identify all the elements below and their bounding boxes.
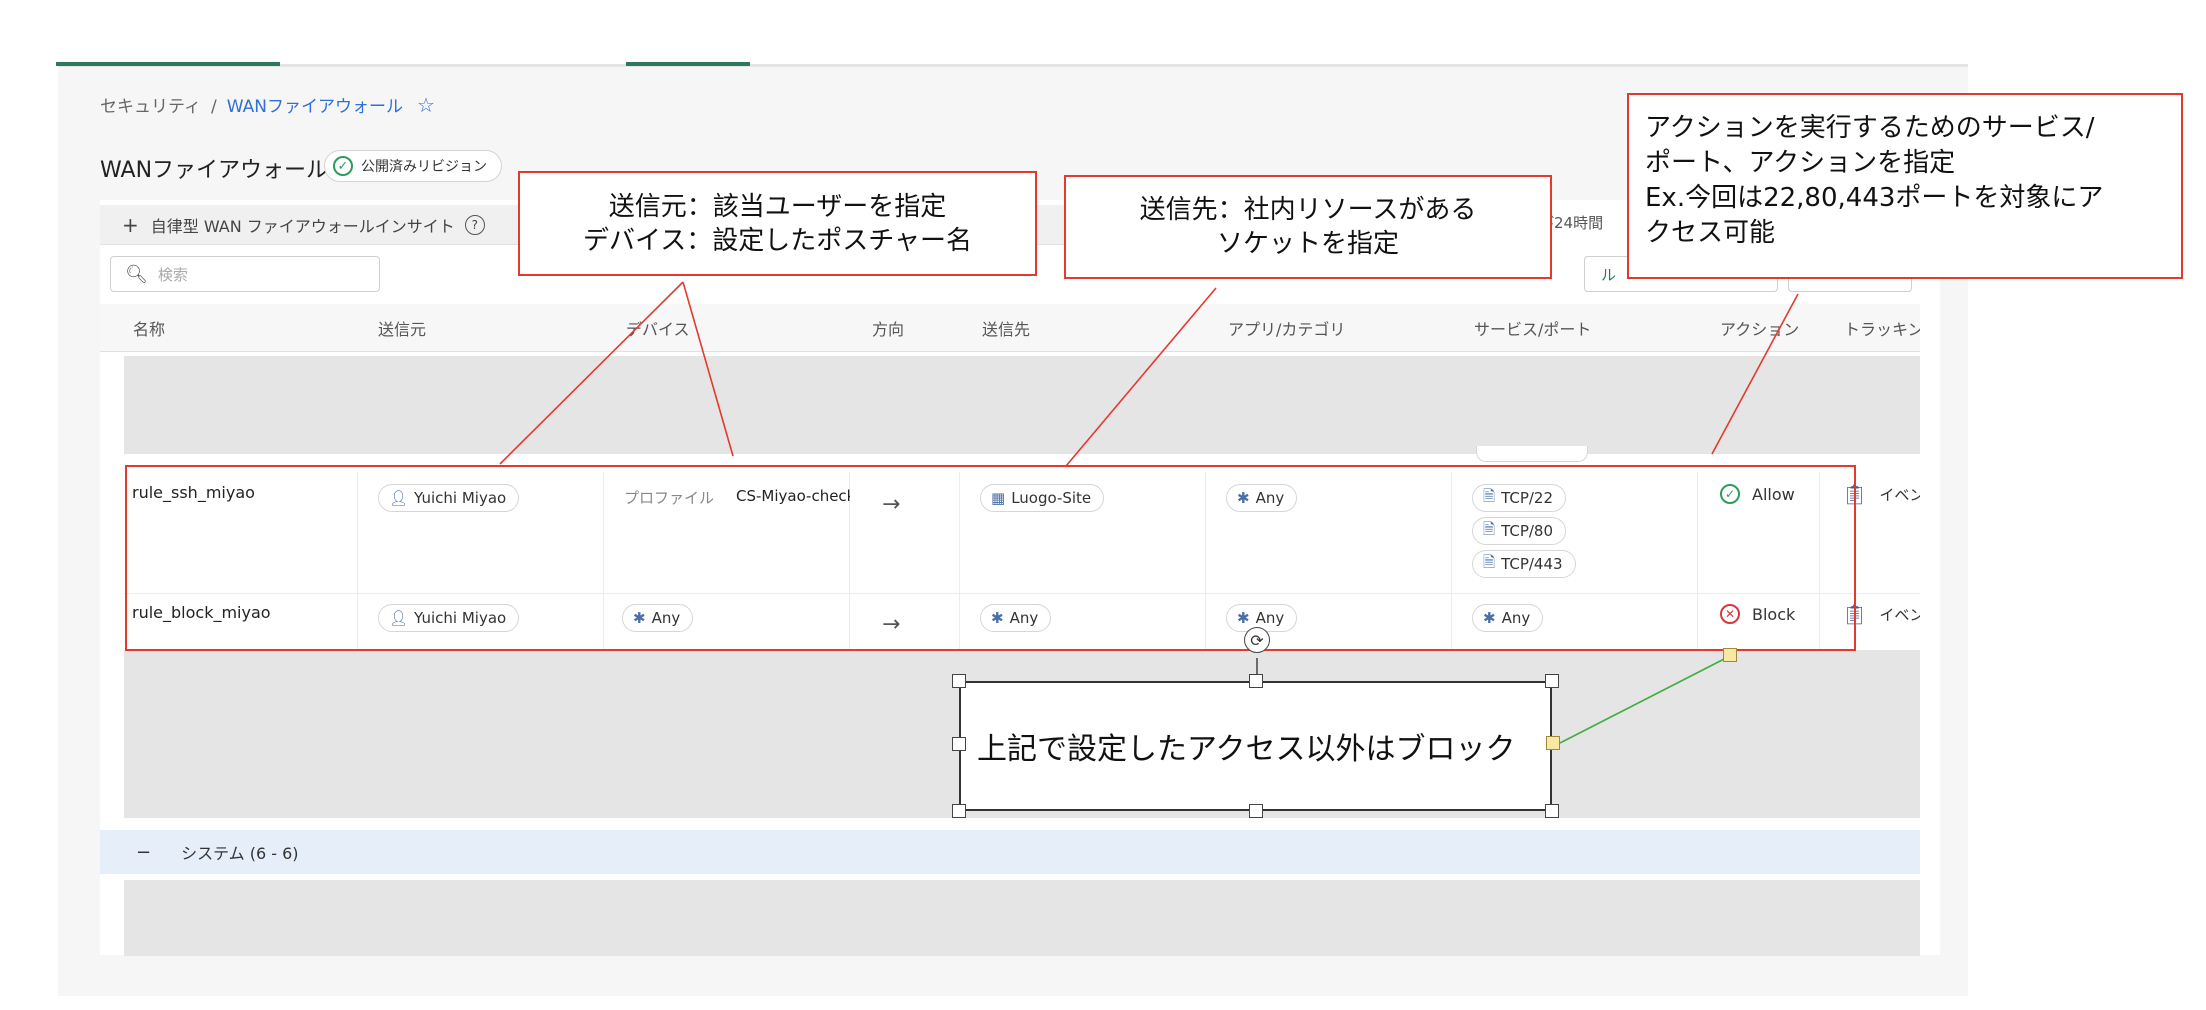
search-icon: 🔍︎ xyxy=(125,263,148,285)
masked-rows-top xyxy=(124,356,1920,454)
breadcrumb-separator: / xyxy=(210,97,217,117)
tab-indicator-1[interactable] xyxy=(56,62,280,66)
revision-badge[interactable]: ✓ 公開済みリビジョン xyxy=(324,150,502,182)
plus-icon[interactable]: + xyxy=(122,213,139,237)
top-divider xyxy=(58,64,1968,67)
callout-line: アクションを実行するためのサービス/ xyxy=(1645,113,2095,143)
insight-label: 自律型 WAN ファイアウォールインサイト xyxy=(150,216,455,236)
resize-handle[interactable] xyxy=(1249,804,1263,818)
collapse-icon[interactable]: − xyxy=(136,842,151,863)
callout-line: ポート、アクションを指定 xyxy=(1645,148,1956,178)
breadcrumb-root[interactable]: セキュリティ xyxy=(100,97,201,117)
partial-chip xyxy=(1476,446,1588,462)
star-icon[interactable]: ☆ xyxy=(417,93,435,117)
callout-line: 送信元：該当ユーザーを指定 xyxy=(608,191,947,222)
column-header-direction[interactable]: 方向 xyxy=(872,316,904,340)
block-note-text: 上記で設定したアクセス以外はブロック xyxy=(977,732,1516,767)
tab-indicator-2[interactable] xyxy=(626,62,750,66)
destination-callout: 送信先：社内リソースがある ソケットを指定 xyxy=(1064,175,1552,279)
column-header-service[interactable]: サービス/ポート xyxy=(1474,316,1591,340)
connector-handle[interactable] xyxy=(1723,648,1737,662)
breadcrumb: セキュリティ / WANファイアウォール ☆ xyxy=(100,92,435,117)
callout-line: ソケットを指定 xyxy=(1216,229,1399,259)
masked-rows-bottom xyxy=(124,880,1920,956)
column-header-tracking[interactable]: トラッキン xyxy=(1844,316,1920,340)
tracking-label: イベン xyxy=(1879,485,1920,504)
rotate-icon[interactable]: ⟳ xyxy=(1244,627,1270,653)
callout-line: クセス可能 xyxy=(1645,218,1776,248)
add-rule-label: ル xyxy=(1601,265,1617,284)
callout-line: Ex.今回は22,80,443ポートを対象にア xyxy=(1645,183,2104,213)
search-input[interactable]: 🔍︎ 検索 xyxy=(110,256,380,292)
column-header-name[interactable]: 名称 xyxy=(133,316,165,340)
highlight-frame xyxy=(125,465,1856,651)
block-note[interactable]: 上記で設定したアクセス以外はブロック xyxy=(959,681,1552,811)
resize-handle[interactable] xyxy=(1545,674,1559,688)
page-title: WANファイアウォール xyxy=(100,158,329,183)
action-service-callout: アクションを実行するためのサービス/ ポート、アクションを指定 Ex.今回は22… xyxy=(1627,93,2183,279)
system-section-row[interactable]: − システム (6 - 6) xyxy=(100,830,1920,874)
resize-handle[interactable] xyxy=(952,737,966,751)
system-section-label: システム (6 - 6) xyxy=(181,844,299,863)
resize-handle[interactable] xyxy=(952,804,966,818)
resize-handle[interactable] xyxy=(1545,804,1559,818)
resize-handle[interactable] xyxy=(1249,674,1263,688)
resize-handle[interactable] xyxy=(952,674,966,688)
breadcrumb-current[interactable]: WANファイアウォール xyxy=(227,97,403,117)
column-header-app[interactable]: アプリ/カテゴリ xyxy=(1228,316,1345,340)
connector-handle[interactable] xyxy=(1546,736,1560,750)
check-circle-icon: ✓ xyxy=(333,156,353,176)
tracking-label: イベン xyxy=(1879,605,1920,624)
help-icon[interactable]: ? xyxy=(464,214,485,235)
revision-badge-label: 公開済みリビジョン xyxy=(361,159,487,175)
callout-line: 送信先：社内リソースがある xyxy=(1139,195,1477,225)
column-header-device[interactable]: デバイス xyxy=(626,316,690,340)
column-header-destination[interactable]: 送信先 xyxy=(982,316,1030,340)
search-placeholder: 検索 xyxy=(157,265,188,284)
callout-line: デバイス：設定したポスチャー名 xyxy=(583,225,972,256)
source-device-callout: 送信元：該当ユーザーを指定 デバイス：設定したポスチャー名 xyxy=(518,171,1037,276)
column-header-source[interactable]: 送信元 xyxy=(378,316,426,340)
column-header-action[interactable]: アクション xyxy=(1720,316,1799,340)
